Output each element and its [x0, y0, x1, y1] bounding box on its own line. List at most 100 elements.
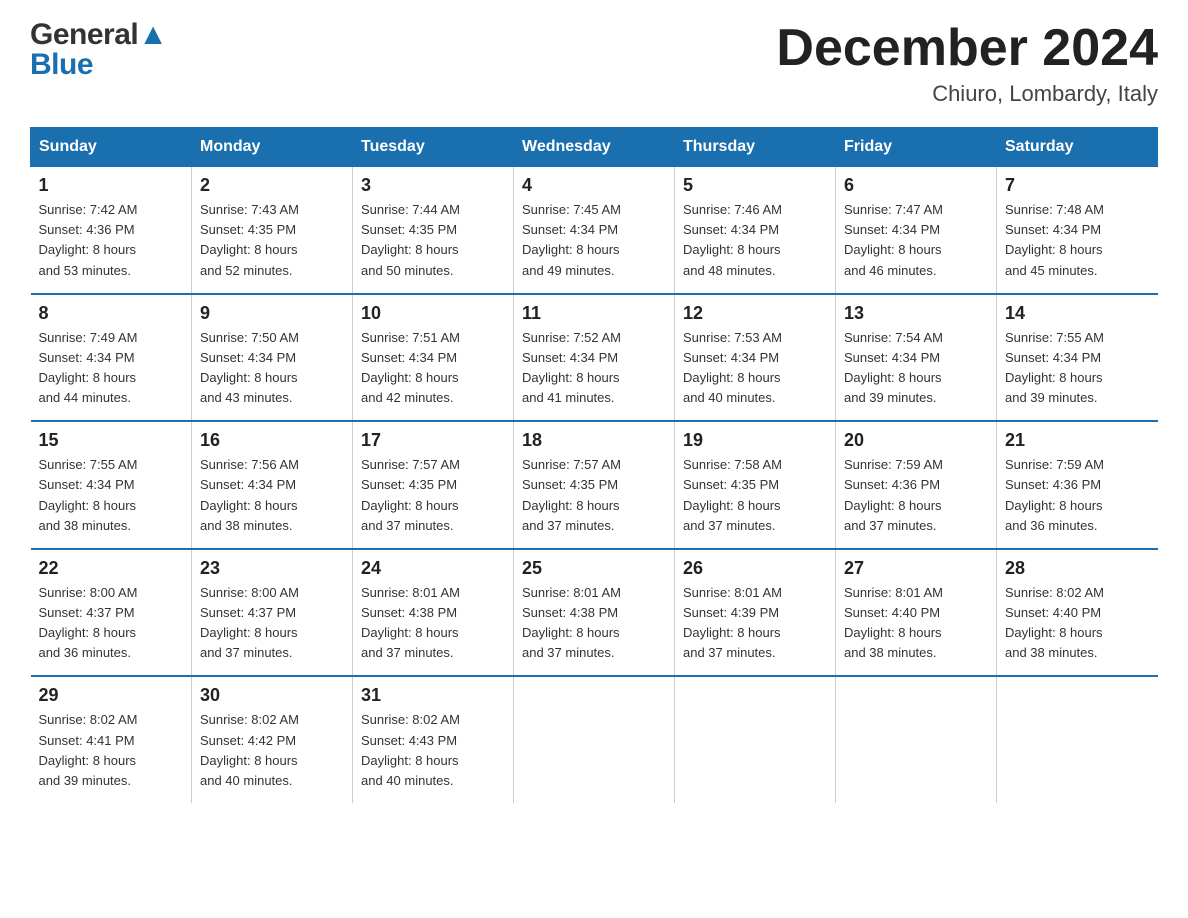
calendar-day-cell: 10 Sunrise: 7:51 AMSunset: 4:34 PMDaylig…	[353, 294, 514, 422]
calendar-day-cell: 31 Sunrise: 8:02 AMSunset: 4:43 PMDaylig…	[353, 676, 514, 803]
day-info: Sunrise: 7:54 AMSunset: 4:34 PMDaylight:…	[844, 328, 988, 409]
day-number: 22	[39, 558, 184, 579]
calendar-day-cell: 12 Sunrise: 7:53 AMSunset: 4:34 PMDaylig…	[675, 294, 836, 422]
calendar-day-cell: 5 Sunrise: 7:46 AMSunset: 4:34 PMDayligh…	[675, 167, 836, 294]
calendar-month-year: December 2024	[776, 20, 1158, 77]
day-info: Sunrise: 7:47 AMSunset: 4:34 PMDaylight:…	[844, 200, 988, 281]
calendar-day-cell: 28 Sunrise: 8:02 AMSunset: 4:40 PMDaylig…	[997, 549, 1158, 677]
calendar-day-cell: 18 Sunrise: 7:57 AMSunset: 4:35 PMDaylig…	[514, 421, 675, 549]
day-number: 12	[683, 303, 827, 324]
col-saturday: Saturday	[997, 128, 1158, 167]
day-number: 28	[1005, 558, 1150, 579]
calendar-day-cell: 2 Sunrise: 7:43 AMSunset: 4:35 PMDayligh…	[192, 167, 353, 294]
calendar-day-cell: 14 Sunrise: 7:55 AMSunset: 4:34 PMDaylig…	[997, 294, 1158, 422]
calendar-day-cell: 26 Sunrise: 8:01 AMSunset: 4:39 PMDaylig…	[675, 549, 836, 677]
calendar-day-cell	[997, 676, 1158, 803]
calendar-day-cell: 3 Sunrise: 7:44 AMSunset: 4:35 PMDayligh…	[353, 167, 514, 294]
calendar-day-cell: 19 Sunrise: 7:58 AMSunset: 4:35 PMDaylig…	[675, 421, 836, 549]
day-number: 3	[361, 175, 505, 196]
day-info: Sunrise: 7:55 AMSunset: 4:34 PMDaylight:…	[1005, 328, 1150, 409]
day-info: Sunrise: 7:46 AMSunset: 4:34 PMDaylight:…	[683, 200, 827, 281]
day-number: 5	[683, 175, 827, 196]
calendar-week-row: 15 Sunrise: 7:55 AMSunset: 4:34 PMDaylig…	[31, 421, 1158, 549]
day-info: Sunrise: 7:59 AMSunset: 4:36 PMDaylight:…	[1005, 455, 1150, 536]
day-info: Sunrise: 7:51 AMSunset: 4:34 PMDaylight:…	[361, 328, 505, 409]
day-number: 1	[39, 175, 184, 196]
day-info: Sunrise: 7:50 AMSunset: 4:34 PMDaylight:…	[200, 328, 344, 409]
day-info: Sunrise: 7:52 AMSunset: 4:34 PMDaylight:…	[522, 328, 666, 409]
calendar-week-row: 22 Sunrise: 8:00 AMSunset: 4:37 PMDaylig…	[31, 549, 1158, 677]
calendar-day-cell: 20 Sunrise: 7:59 AMSunset: 4:36 PMDaylig…	[836, 421, 997, 549]
day-number: 14	[1005, 303, 1150, 324]
calendar-day-cell: 22 Sunrise: 8:00 AMSunset: 4:37 PMDaylig…	[31, 549, 192, 677]
calendar-day-cell: 25 Sunrise: 8:01 AMSunset: 4:38 PMDaylig…	[514, 549, 675, 677]
day-number: 13	[844, 303, 988, 324]
day-info: Sunrise: 7:58 AMSunset: 4:35 PMDaylight:…	[683, 455, 827, 536]
day-number: 8	[39, 303, 184, 324]
col-friday: Friday	[836, 128, 997, 167]
calendar-header-row: Sunday Monday Tuesday Wednesday Thursday…	[31, 128, 1158, 167]
day-info: Sunrise: 7:43 AMSunset: 4:35 PMDaylight:…	[200, 200, 344, 281]
day-number: 25	[522, 558, 666, 579]
calendar-day-cell: 7 Sunrise: 7:48 AMSunset: 4:34 PMDayligh…	[997, 167, 1158, 294]
calendar-day-cell: 15 Sunrise: 7:55 AMSunset: 4:34 PMDaylig…	[31, 421, 192, 549]
calendar-day-cell: 1 Sunrise: 7:42 AMSunset: 4:36 PMDayligh…	[31, 167, 192, 294]
day-info: Sunrise: 7:53 AMSunset: 4:34 PMDaylight:…	[683, 328, 827, 409]
calendar-day-cell: 13 Sunrise: 7:54 AMSunset: 4:34 PMDaylig…	[836, 294, 997, 422]
logo: General▲ Blue	[30, 20, 167, 80]
calendar-day-cell: 29 Sunrise: 8:02 AMSunset: 4:41 PMDaylig…	[31, 676, 192, 803]
day-info: Sunrise: 8:01 AMSunset: 4:38 PMDaylight:…	[522, 583, 666, 664]
col-sunday: Sunday	[31, 128, 192, 167]
calendar-week-row: 29 Sunrise: 8:02 AMSunset: 4:41 PMDaylig…	[31, 676, 1158, 803]
calendar-day-cell	[514, 676, 675, 803]
day-info: Sunrise: 8:00 AMSunset: 4:37 PMDaylight:…	[200, 583, 344, 664]
day-info: Sunrise: 8:02 AMSunset: 4:40 PMDaylight:…	[1005, 583, 1150, 664]
calendar-day-cell: 11 Sunrise: 7:52 AMSunset: 4:34 PMDaylig…	[514, 294, 675, 422]
calendar-day-cell: 24 Sunrise: 8:01 AMSunset: 4:38 PMDaylig…	[353, 549, 514, 677]
calendar-day-cell	[675, 676, 836, 803]
day-number: 26	[683, 558, 827, 579]
day-number: 2	[200, 175, 344, 196]
calendar-day-cell: 16 Sunrise: 7:56 AMSunset: 4:34 PMDaylig…	[192, 421, 353, 549]
calendar-day-cell	[836, 676, 997, 803]
logo-bottom-text: Blue	[30, 50, 167, 80]
calendar-day-cell: 27 Sunrise: 8:01 AMSunset: 4:40 PMDaylig…	[836, 549, 997, 677]
day-info: Sunrise: 7:59 AMSunset: 4:36 PMDaylight:…	[844, 455, 988, 536]
page-header: General▲ Blue December 2024 Chiuro, Lomb…	[30, 20, 1158, 107]
logo-top-text: General▲	[30, 20, 167, 50]
day-info: Sunrise: 7:44 AMSunset: 4:35 PMDaylight:…	[361, 200, 505, 281]
calendar-week-row: 1 Sunrise: 7:42 AMSunset: 4:36 PMDayligh…	[31, 167, 1158, 294]
day-number: 15	[39, 430, 184, 451]
calendar-day-cell: 21 Sunrise: 7:59 AMSunset: 4:36 PMDaylig…	[997, 421, 1158, 549]
day-info: Sunrise: 8:01 AMSunset: 4:39 PMDaylight:…	[683, 583, 827, 664]
day-number: 19	[683, 430, 827, 451]
calendar-location: Chiuro, Lombardy, Italy	[776, 81, 1158, 107]
calendar-day-cell: 6 Sunrise: 7:47 AMSunset: 4:34 PMDayligh…	[836, 167, 997, 294]
day-info: Sunrise: 8:02 AMSunset: 4:43 PMDaylight:…	[361, 710, 505, 791]
day-info: Sunrise: 7:45 AMSunset: 4:34 PMDaylight:…	[522, 200, 666, 281]
day-info: Sunrise: 7:55 AMSunset: 4:34 PMDaylight:…	[39, 455, 184, 536]
day-number: 31	[361, 685, 505, 706]
day-info: Sunrise: 8:02 AMSunset: 4:41 PMDaylight:…	[39, 710, 184, 791]
day-info: Sunrise: 8:00 AMSunset: 4:37 PMDaylight:…	[39, 583, 184, 664]
day-info: Sunrise: 7:42 AMSunset: 4:36 PMDaylight:…	[39, 200, 184, 281]
day-number: 27	[844, 558, 988, 579]
col-tuesday: Tuesday	[353, 128, 514, 167]
calendar-day-cell: 4 Sunrise: 7:45 AMSunset: 4:34 PMDayligh…	[514, 167, 675, 294]
day-number: 9	[200, 303, 344, 324]
day-info: Sunrise: 7:57 AMSunset: 4:35 PMDaylight:…	[361, 455, 505, 536]
day-info: Sunrise: 7:49 AMSunset: 4:34 PMDaylight:…	[39, 328, 184, 409]
day-number: 6	[844, 175, 988, 196]
day-info: Sunrise: 8:01 AMSunset: 4:40 PMDaylight:…	[844, 583, 988, 664]
day-info: Sunrise: 7:57 AMSunset: 4:35 PMDaylight:…	[522, 455, 666, 536]
day-number: 21	[1005, 430, 1150, 451]
day-number: 30	[200, 685, 344, 706]
day-info: Sunrise: 8:02 AMSunset: 4:42 PMDaylight:…	[200, 710, 344, 791]
col-thursday: Thursday	[675, 128, 836, 167]
day-number: 18	[522, 430, 666, 451]
calendar-day-cell: 23 Sunrise: 8:00 AMSunset: 4:37 PMDaylig…	[192, 549, 353, 677]
day-number: 10	[361, 303, 505, 324]
day-number: 7	[1005, 175, 1150, 196]
day-info: Sunrise: 8:01 AMSunset: 4:38 PMDaylight:…	[361, 583, 505, 664]
day-info: Sunrise: 7:48 AMSunset: 4:34 PMDaylight:…	[1005, 200, 1150, 281]
